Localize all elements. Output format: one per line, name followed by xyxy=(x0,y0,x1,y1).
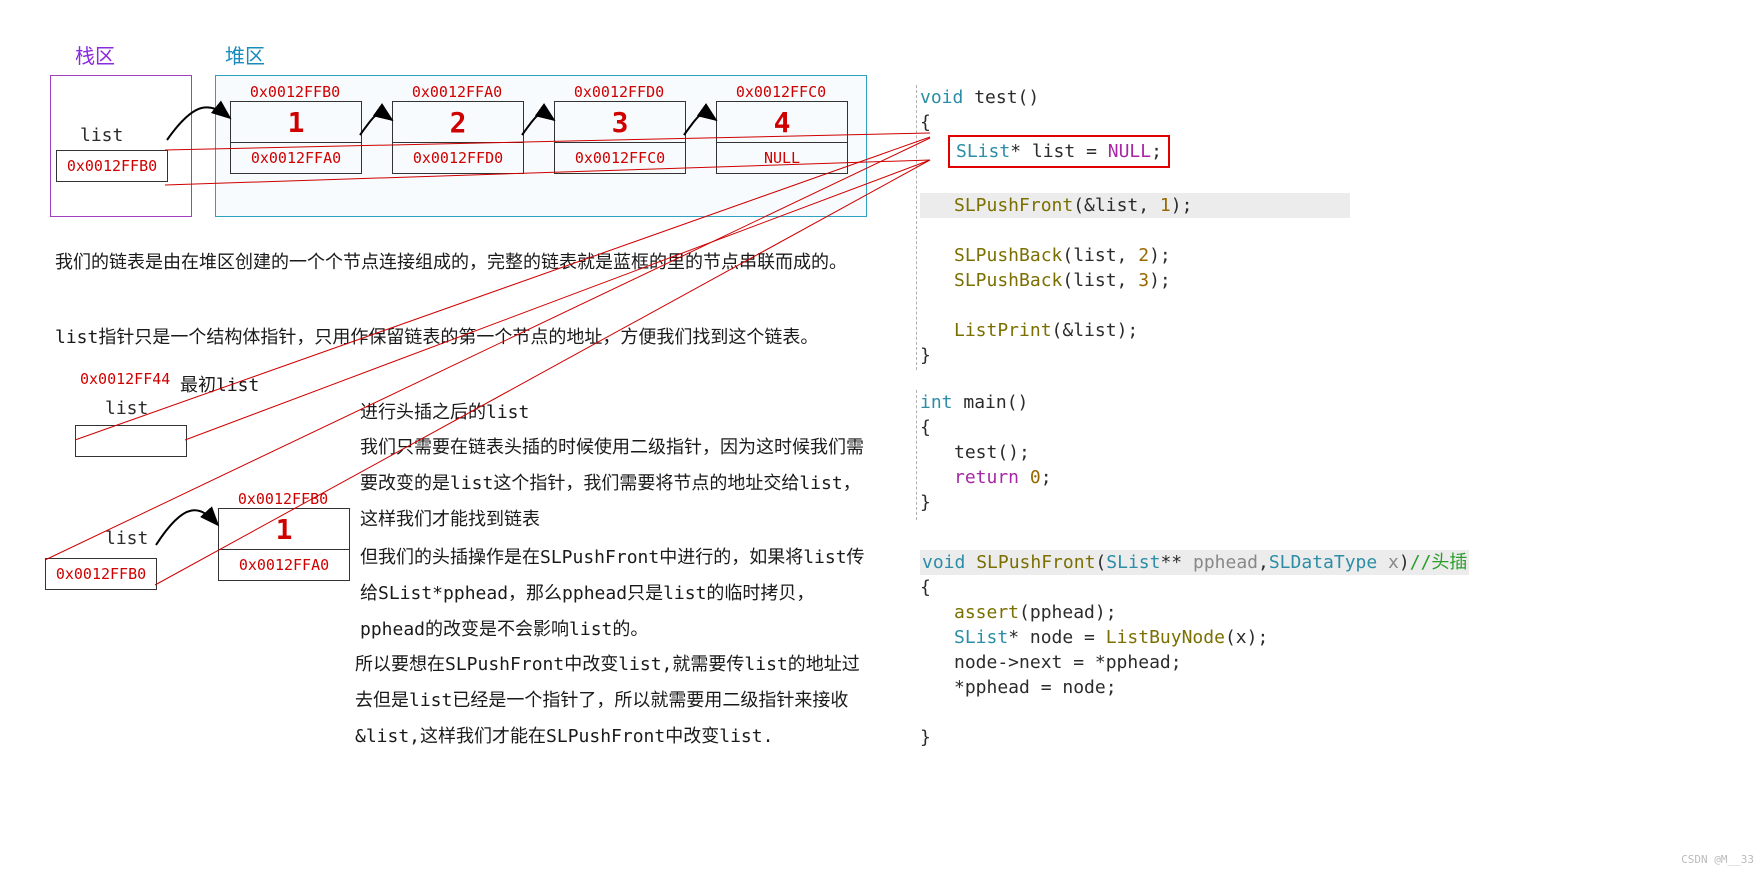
code-block-test: void test() { SList* list = NULL; SLPush… xyxy=(920,85,1350,370)
code-test-pushfront: SLPushFront(&list, 1); xyxy=(920,193,1350,218)
node-3: 3 0x0012FFC0 xyxy=(554,101,686,174)
node-3-group: 0x0012FFD0 3 0x0012FFC0 xyxy=(554,83,686,174)
code-pf-assign: *pphead = node; xyxy=(920,675,1480,700)
code-test-line-1: void test() xyxy=(920,85,1350,110)
after-list-ptr-addr: 0x0012FFB0 xyxy=(56,565,146,583)
code-pf-next: node->next = *pphead; xyxy=(920,650,1480,675)
node-2-addr: 0x0012FFA0 xyxy=(392,83,522,101)
code-test-listprint: ListPrint(&list); xyxy=(920,318,1350,343)
initial-list-text: list xyxy=(105,398,148,419)
node-3-next: 0x0012FFC0 xyxy=(555,143,685,173)
code-test-pushback-1: SLPushBack(list, 2); xyxy=(920,243,1350,268)
node-3-val: 3 xyxy=(555,102,685,143)
list-ptr-addr-top: 0x0012FFB0 xyxy=(67,157,157,175)
explain-1: 我们只需要在链表头插的时候使用二级指针，因为这时候我们需要改变的是list这个指… xyxy=(360,430,870,538)
code-main-return: return 0; xyxy=(920,465,1350,490)
node-1-group: 0x0012FFB0 1 0x0012FFA0 xyxy=(230,83,362,174)
after-node-val: 1 xyxy=(219,509,349,550)
code-main-open: { xyxy=(920,415,1350,440)
code-block-pushfront: void SLPushFront(SList** pphead,SLDataTy… xyxy=(920,550,1480,750)
code-test-decl-redbox: SList* list = NULL; xyxy=(948,135,1170,168)
after-node: 1 0x0012FFA0 xyxy=(218,508,350,581)
node-4-next: NULL xyxy=(717,143,847,173)
code-main-sig: int main() xyxy=(920,390,1350,415)
node-1-next: 0x0012FFA0 xyxy=(231,143,361,173)
list-ptr-box-top: 0x0012FFB0 xyxy=(56,150,168,182)
node-2-next: 0x0012FFD0 xyxy=(393,143,523,173)
paragraph-1: 我们的链表是由在堆区创建的一个个节点连接组成的，完整的链表就是蓝框的里的节点串联… xyxy=(55,245,890,281)
code-main-calltest: test(); xyxy=(920,440,1350,465)
code-test-close: } xyxy=(920,343,1350,368)
initial-list-label: 最初list xyxy=(180,368,259,404)
list-label-top: list xyxy=(80,125,123,146)
node-2: 2 0x0012FFD0 xyxy=(392,101,524,174)
after-node-group: 0x0012FFB0 1 0x0012FFA0 xyxy=(218,490,350,581)
node-1-addr: 0x0012FFB0 xyxy=(230,83,360,101)
node-4-addr: 0x0012FFC0 xyxy=(716,83,846,101)
node-1-val: 1 xyxy=(231,102,361,143)
node-4: 4 NULL xyxy=(716,101,848,174)
heap-zone-label: 堆区 xyxy=(225,40,265,69)
explain-2: 但我们的头插操作是在SLPushFront中进行的，如果将list传给SList… xyxy=(360,540,870,648)
code-block-main: int main() { test(); return 0; } xyxy=(920,390,1350,520)
node-4-val: 4 xyxy=(717,102,847,143)
after-push-title: 进行头插之后的list xyxy=(360,395,529,431)
initial-addr: 0x0012FF44 xyxy=(80,370,170,388)
after-node-addr: 0x0012FFB0 xyxy=(218,490,348,508)
code-gutter-1 xyxy=(890,85,917,370)
code-gutter-2 xyxy=(890,390,917,520)
watermark: CSDN @M__33 xyxy=(1681,853,1754,866)
node-4-group: 0x0012FFC0 4 NULL xyxy=(716,83,848,174)
node-1: 1 0x0012FFA0 xyxy=(230,101,362,174)
initial-list-box xyxy=(75,425,187,457)
after-list-box: 0x0012FFB0 xyxy=(45,558,157,590)
code-test-pushback-2: SLPushBack(list, 3); xyxy=(920,268,1350,293)
code-main-close: } xyxy=(920,490,1350,515)
code-pf-node: SList* node = ListBuyNode(x); xyxy=(920,625,1480,650)
after-list-text: list xyxy=(105,528,148,549)
code-pf-open: { xyxy=(920,575,1480,600)
node-2-val: 2 xyxy=(393,102,523,143)
after-node-next: 0x0012FFA0 xyxy=(219,550,349,580)
stack-zone-label: 栈区 xyxy=(75,40,115,69)
node-2-group: 0x0012FFA0 2 0x0012FFD0 xyxy=(392,83,524,174)
code-pf-assert: assert(pphead); xyxy=(920,600,1480,625)
code-test-line-2: { xyxy=(920,110,1350,135)
node-3-addr: 0x0012FFD0 xyxy=(554,83,684,101)
code-pf-close: } xyxy=(920,725,1480,750)
stack-frame xyxy=(50,75,192,217)
explain-3: 所以要想在SLPushFront中改变list,就需要传list的地址过去但是l… xyxy=(355,647,870,755)
paragraph-2: list指针只是一个结构体指针，只用作保留链表的第一个节点的地址，方便我们找到这… xyxy=(55,320,890,356)
code-pf-sig: void SLPushFront(SList** pphead,SLDataTy… xyxy=(920,550,1469,575)
